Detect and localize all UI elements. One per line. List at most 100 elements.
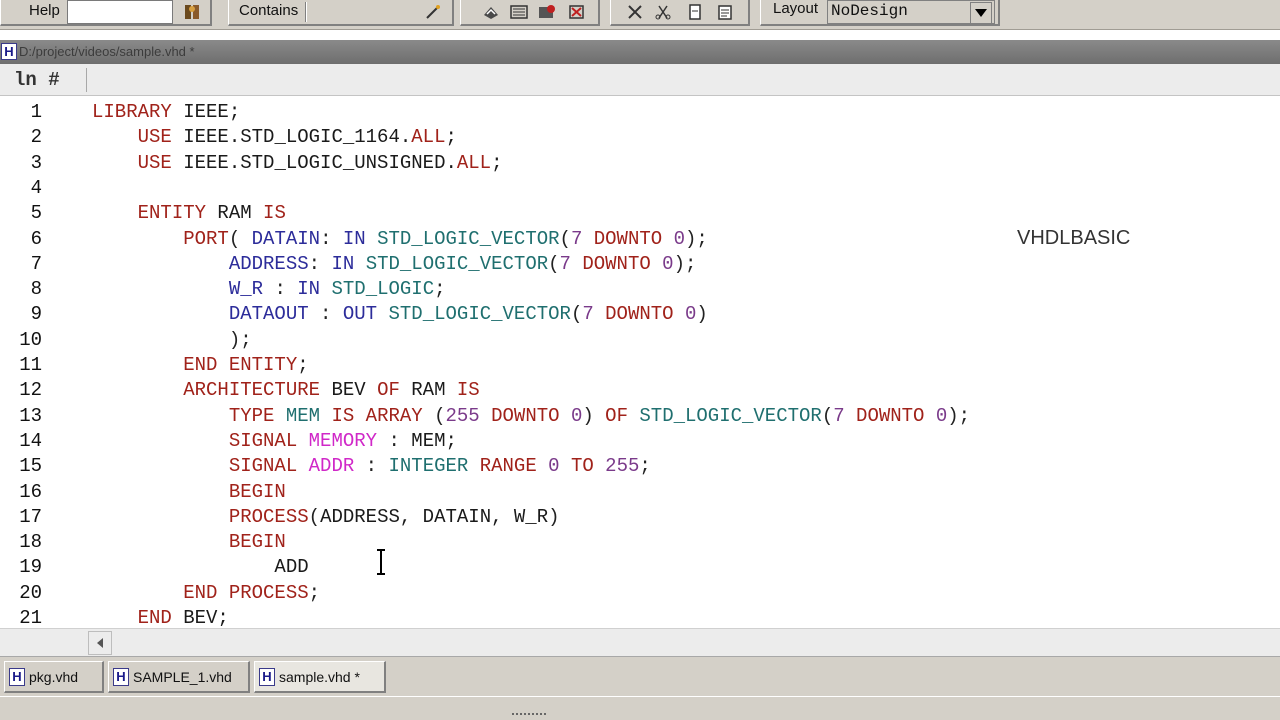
status-strip xyxy=(0,696,1280,720)
simulate-icon[interactable] xyxy=(535,1,559,23)
code-token: ALL xyxy=(411,126,446,149)
code-text: USE IEEE.STD_LOGIC_UNSIGNED.ALL; xyxy=(92,151,503,176)
tab-label: SAMPLE_1.vhd xyxy=(133,668,232,685)
code-line[interactable]: 15 SIGNAL ADDR : INTEGER RANGE 0 TO 255; xyxy=(0,454,1280,479)
code-line[interactable]: 13 TYPE MEM IS ARRAY (255 DOWNTO 0) OF S… xyxy=(0,404,1280,429)
code-line[interactable]: 7 ADDRESS: IN STD_LOGIC_VECTOR(7 DOWNTO … xyxy=(0,252,1280,277)
find-wand-icon[interactable] xyxy=(421,1,445,23)
code-line[interactable]: 2 USE IEEE.STD_LOGIC_1164.ALL; xyxy=(0,125,1280,150)
code-token: ADDRESS, DATAIN, W_R xyxy=(320,505,549,528)
paste-icon[interactable] xyxy=(713,1,737,23)
code-line[interactable]: 20 END PROCESS; xyxy=(0,581,1280,606)
help-search-input[interactable] xyxy=(67,0,173,24)
code-line[interactable]: 21 END BEV; xyxy=(0,606,1280,626)
code-token: RAM xyxy=(206,202,264,225)
tab-pkg-vhd[interactable]: H pkg.vhd xyxy=(4,661,104,693)
document-title-bar: H D:/project/videos/sample.vhd * xyxy=(0,40,1280,64)
line-number: 13 xyxy=(19,404,42,427)
code-token: ENTITY xyxy=(137,202,207,225)
line-number-header: ln # xyxy=(0,64,1280,96)
code-text: TYPE MEM IS ARRAY (255 DOWNTO 0) OF STD_… xyxy=(92,404,970,429)
code-editor[interactable]: 1 LIBRARY IEEE; 2 USE IEEE.STD_LOGIC_1164.… xyxy=(0,96,1280,626)
code-token: ( xyxy=(570,303,583,326)
code-token: ) xyxy=(696,303,708,326)
tab-sample-vhd[interactable]: H sample.vhd * xyxy=(254,661,386,693)
cut-icon[interactable] xyxy=(623,1,647,23)
code-text: END BEV; xyxy=(92,606,229,626)
code-token: DATAIN xyxy=(251,227,321,250)
code-line[interactable]: 1 LIBRARY IEEE; xyxy=(0,100,1280,125)
code-token: BEGIN xyxy=(228,480,286,503)
code-line[interactable]: 4 xyxy=(0,176,1280,201)
code-text: SIGNAL ADDR : INTEGER RANGE 0 TO 255; xyxy=(92,454,651,479)
code-token: IEEE.STD_LOGIC_1164. xyxy=(171,126,412,149)
code-token: 7 xyxy=(582,303,594,326)
scissors-icon[interactable] xyxy=(651,1,675,23)
compile-all-icon[interactable] xyxy=(507,1,531,23)
line-number: 14 xyxy=(19,429,42,452)
code-line[interactable]: 12 ARCHITECTURE BEV OF RAM IS xyxy=(0,378,1280,403)
resize-grip-icon[interactable] xyxy=(512,713,546,717)
code-line[interactable]: 16 BEGIN xyxy=(0,480,1280,505)
code-token: ) xyxy=(582,404,606,427)
horizontal-scrollbar[interactable] xyxy=(0,628,1280,656)
code-token: IEEE; xyxy=(171,101,241,123)
code-text: PROCESS(ADDRESS, DATAIN, W_R) xyxy=(92,505,560,530)
code-line[interactable]: 10 ); xyxy=(0,328,1280,353)
code-line[interactable]: 19 ADD xyxy=(0,555,1280,580)
code-text: ADD xyxy=(92,555,309,580)
code-line[interactable]: 9 DATAOUT : OUT STD_LOGIC_VECTOR(7 DOWNT… xyxy=(0,302,1280,327)
code-token: RANGE xyxy=(479,455,537,478)
code-line[interactable]: 8 W_R : IN STD_LOGIC; xyxy=(0,277,1280,302)
code-token: ADD xyxy=(92,556,309,579)
code-token: BEGIN xyxy=(228,531,286,554)
copy-icon[interactable] xyxy=(683,1,707,23)
layout-select-value: NoDesign xyxy=(831,2,908,20)
break-icon[interactable] xyxy=(565,1,589,23)
code-token: : xyxy=(354,455,389,478)
code-token: MEMORY xyxy=(308,429,378,452)
tab-sample-1-vhd[interactable]: H SAMPLE_1.vhd xyxy=(108,661,250,693)
line-number: 7 xyxy=(30,252,42,275)
code-token: PORT xyxy=(183,227,229,250)
scroll-left-button[interactable] xyxy=(88,631,112,655)
code-line[interactable]: 5 ENTITY RAM IS xyxy=(0,201,1280,226)
help-find-icon[interactable] xyxy=(181,1,205,23)
code-token: END ENTITY xyxy=(183,354,298,376)
compile-icon[interactable] xyxy=(479,1,503,23)
code-token: TO xyxy=(570,455,594,478)
vhdl-file-icon: H xyxy=(9,667,25,686)
code-token: 255 xyxy=(605,455,640,478)
code-token: STD_LOGIC xyxy=(331,278,435,301)
code-line[interactable]: 18 BEGIN xyxy=(0,530,1280,555)
code-line[interactable]: 3 USE IEEE.STD_LOGIC_UNSIGNED.ALL; xyxy=(0,151,1280,176)
code-token: OF xyxy=(377,379,400,402)
contains-input[interactable] xyxy=(309,0,411,24)
code-line[interactable]: 11 END ENTITY; xyxy=(0,353,1280,378)
code-text: END PROCESS; xyxy=(92,581,320,606)
line-number: 12 xyxy=(19,379,42,402)
code-token: IN xyxy=(331,252,355,275)
code-line[interactable]: 14 SIGNAL MEMORY : MEM; xyxy=(0,429,1280,454)
code-text: W_R : IN STD_LOGIC; xyxy=(92,277,446,302)
contains-toolbar-group: Contains xyxy=(228,0,454,26)
code-line[interactable]: 17 PROCESS(ADDRESS, DATAIN, W_R) xyxy=(0,505,1280,530)
code-text: END ENTITY; xyxy=(92,353,308,378)
document-tabs: H pkg.vhd H SAMPLE_1.vhd H sample.vhd * xyxy=(0,656,1280,696)
layout-select[interactable]: NoDesign xyxy=(827,0,995,24)
chevron-down-icon[interactable] xyxy=(970,2,992,24)
code-token: : xyxy=(308,303,343,326)
